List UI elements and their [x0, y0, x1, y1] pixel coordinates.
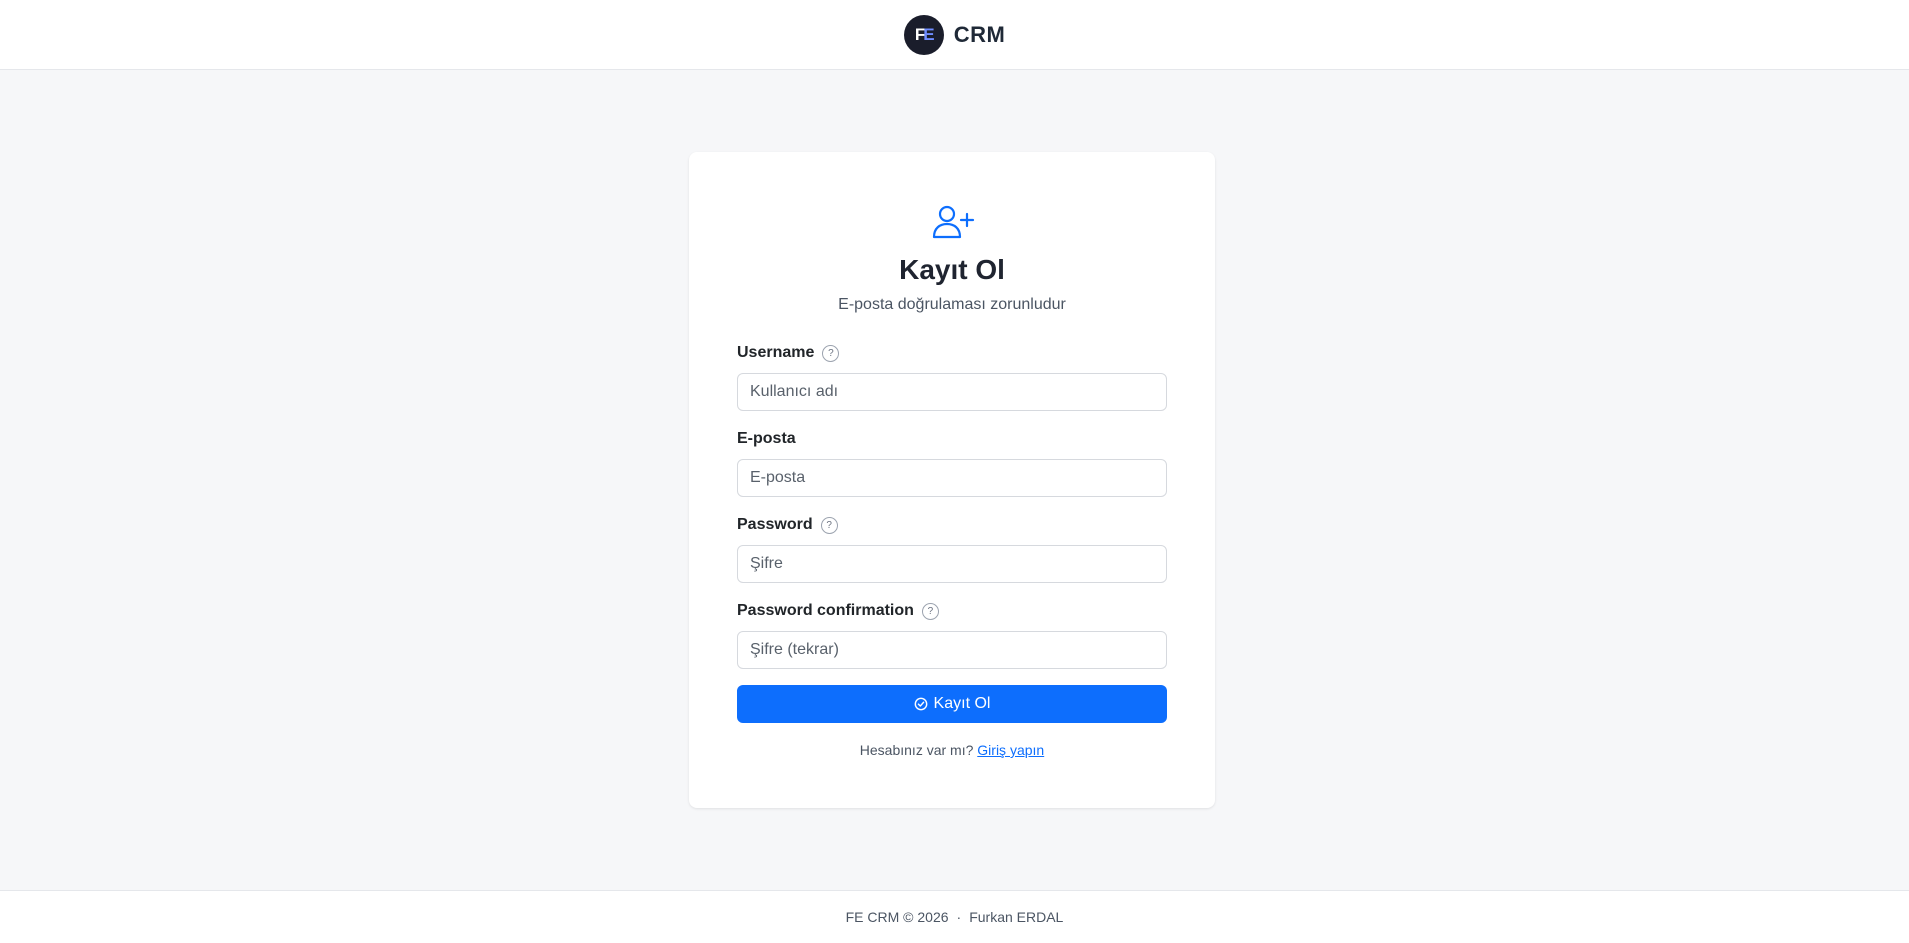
email-label-text: E-posta: [737, 430, 796, 447]
password-input[interactable]: [737, 545, 1167, 583]
username-label: Username ?: [737, 344, 840, 362]
register-button[interactable]: Kayıt Ol: [737, 685, 1167, 723]
page-subtitle: E-posta doğrulaması zorunludur: [838, 296, 1066, 313]
password-confirmation-help-icon[interactable]: ?: [921, 602, 939, 620]
footer-copyright: FE CRM © 2026: [845, 909, 949, 925]
username-input[interactable]: [737, 373, 1167, 411]
password-confirmation-input[interactable]: [737, 631, 1167, 669]
email-input[interactable]: [737, 459, 1167, 497]
brand-name[interactable]: CRM: [954, 22, 1006, 48]
logo[interactable]: FE: [903, 14, 944, 55]
username-label-text: Username: [737, 344, 815, 361]
footer: FE CRM © 2026 · Furkan ERDAL: [0, 890, 1909, 943]
page-title: Kayıt Ol: [899, 254, 1005, 285]
password-help-icon[interactable]: ?: [820, 516, 838, 534]
register-card: Kayıt Ol E-posta doğrulaması zorunludur …: [689, 152, 1215, 808]
password-label-text: Password: [737, 516, 813, 533]
password-confirmation-label: Password confirmation ?: [737, 602, 939, 620]
login-prompt-text: Hesabınız var mı?: [859, 742, 974, 758]
user-plus-icon: [932, 205, 975, 239]
check-circle-icon: [914, 697, 927, 711]
login-prompt: Hesabınız var mı? Giriş yapın: [689, 742, 1215, 758]
login-link[interactable]: Giriş yapın: [977, 742, 1044, 758]
register-button-label: Kayıt Ol: [933, 695, 991, 712]
footer-author: Furkan ERDAL: [969, 909, 1064, 925]
password-confirmation-label-text: Password confirmation: [737, 602, 914, 619]
logo-letter-e: E: [923, 24, 934, 44]
username-help-icon[interactable]: ?: [822, 344, 840, 362]
password-label: Password ?: [737, 516, 838, 534]
top-navbar: FE CRM: [0, 0, 1909, 70]
footer-separator: ·: [956, 909, 962, 925]
email-label: E-posta: [737, 430, 796, 448]
logo-letter-f: F: [914, 24, 925, 44]
